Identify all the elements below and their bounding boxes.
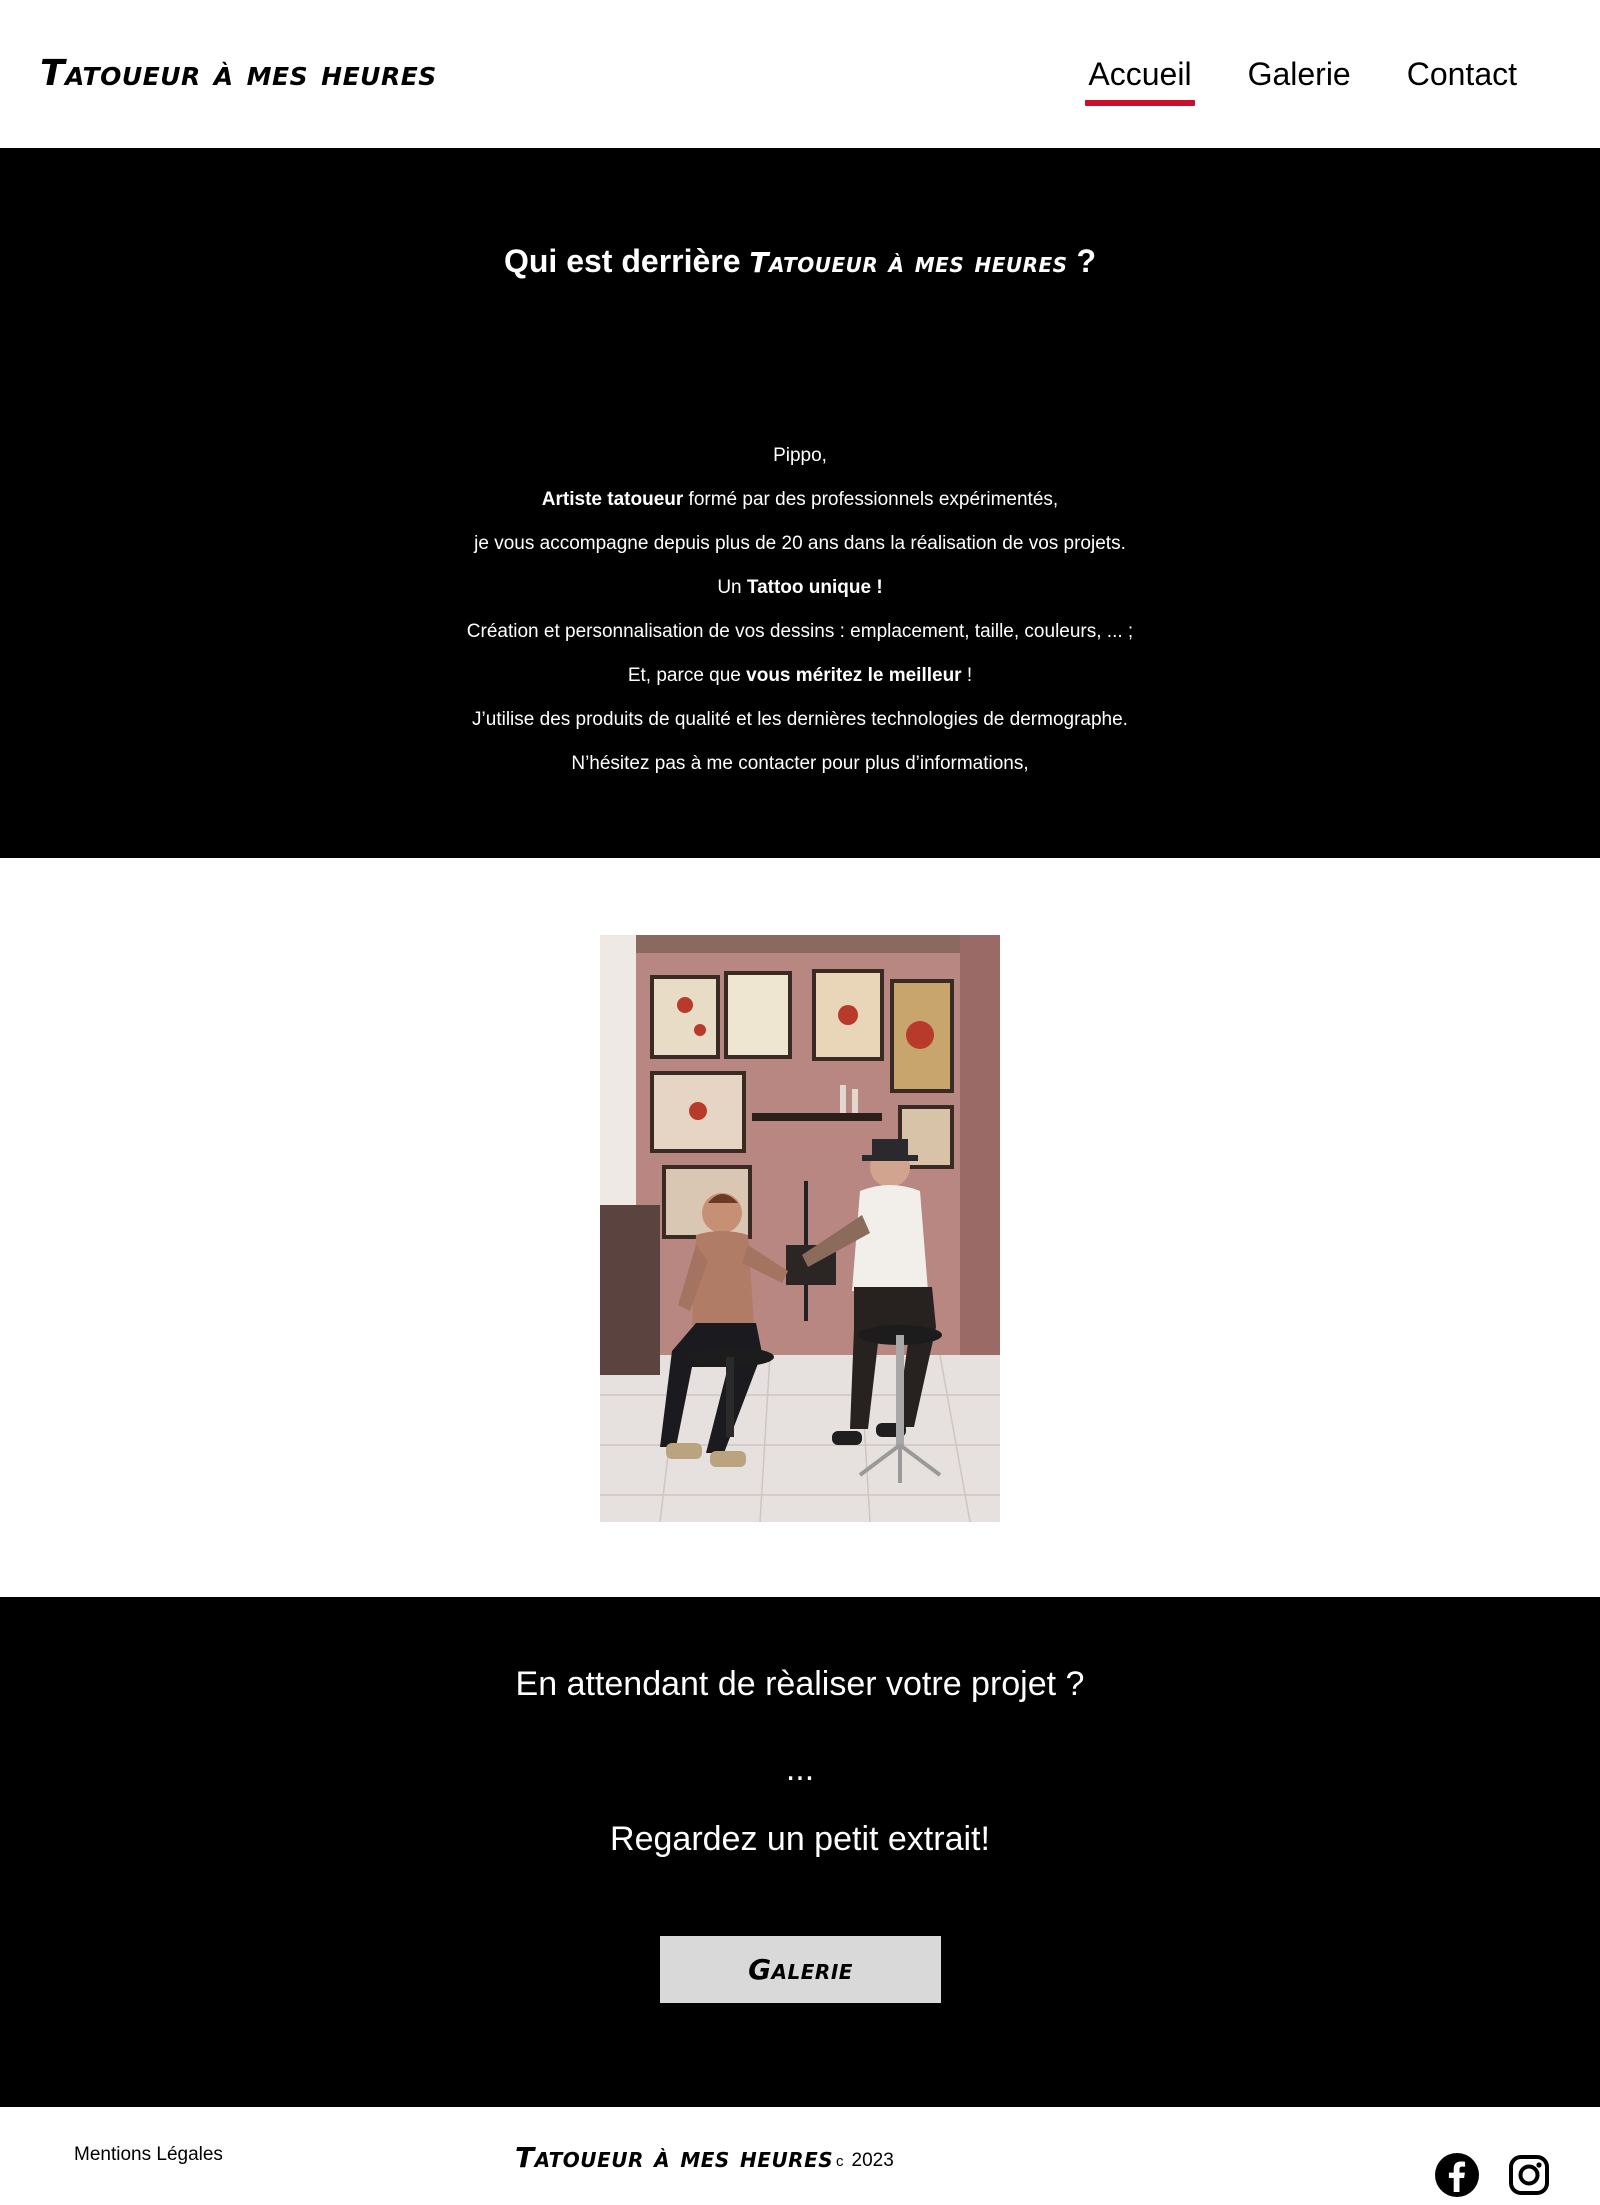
about-line-2-rest: formé par des professionnels expérimenté… [683,489,1059,510]
copyright-symbol: c [836,2153,844,2170]
about-line-8: N’hésitez pas à me contacter pour plus d… [571,753,1029,774]
instagram-icon[interactable] [1506,2152,1552,2198]
about-title-suffix: ? [1076,243,1097,279]
cta-subheading: Regardez un petit extrait! [610,1820,990,1858]
about-line-6-post: ! [961,665,973,686]
legal-notice-link[interactable]: Mentions Légales [74,2143,223,2167]
main-nav: Accueil Galerie Contact [1085,52,1520,106]
cta-ellipsis: ... [785,1750,815,1788]
about-text: Pippo, Artiste tatoueur formé par des pr… [0,434,1600,786]
footer-brand: Tatoueur à mes heures [515,2141,834,2174]
site-logo[interactable]: Tatoueur à mes heures [40,52,437,96]
gallery-button[interactable]: Galerie [660,1936,941,2003]
about-line-6: Et, parce que vous méritez le meilleur ! [0,654,1600,698]
about-line-4: Un Tattoo unique ! [0,566,1600,610]
about-line-6-bold: vous méritez le meilleur [746,665,962,686]
studio-photo-illustration [600,935,1000,1522]
about-line-4-bold: Tattoo unique ! [746,577,883,598]
about-line-3: je vous accompagne depuis plus de 20 ans… [474,533,1126,554]
about-line-1: Pippo, [773,445,827,466]
nav-link-galerie[interactable]: Galerie [1245,52,1354,96]
nav-link-contact[interactable]: Contact [1404,52,1520,96]
facebook-icon[interactable] [1434,2152,1480,2198]
about-line-7: J’utilise des produits de qualité et les… [472,709,1128,730]
cta-heading: En attendant de rèaliser votre projet ? [515,1665,1085,1703]
about-line-4-pre: Un [717,577,747,598]
about-line-5: Création et personnalisation de vos dess… [466,621,1134,642]
studio-photo [600,935,1000,1522]
about-line-2: Artiste tatoueur formé par des professio… [0,478,1600,522]
cta-section: En attendant de rèaliser votre projet ? … [0,1597,1600,2107]
about-section: Qui est derrière Tatoueur à mes heures ?… [0,148,1600,858]
site-header: Tatoueur à mes heures Accueil Galerie Co… [0,0,1600,148]
about-line-6-pre: Et, parce que [627,665,747,686]
about-title: Qui est derrière Tatoueur à mes heures ? [0,240,1600,284]
footer-copyright: c 2023 [836,2149,894,2174]
about-title-prefix: Qui est derrière [503,243,741,279]
copyright-year: 2023 [851,2150,894,2171]
site-footer: Mentions Légales Tatoueur à mes heures c… [0,2107,1600,2205]
about-line-2-bold: Artiste tatoueur [541,489,684,510]
about-title-brand: Tatoueur à mes heures [749,246,1068,279]
nav-link-accueil[interactable]: Accueil [1085,52,1195,106]
